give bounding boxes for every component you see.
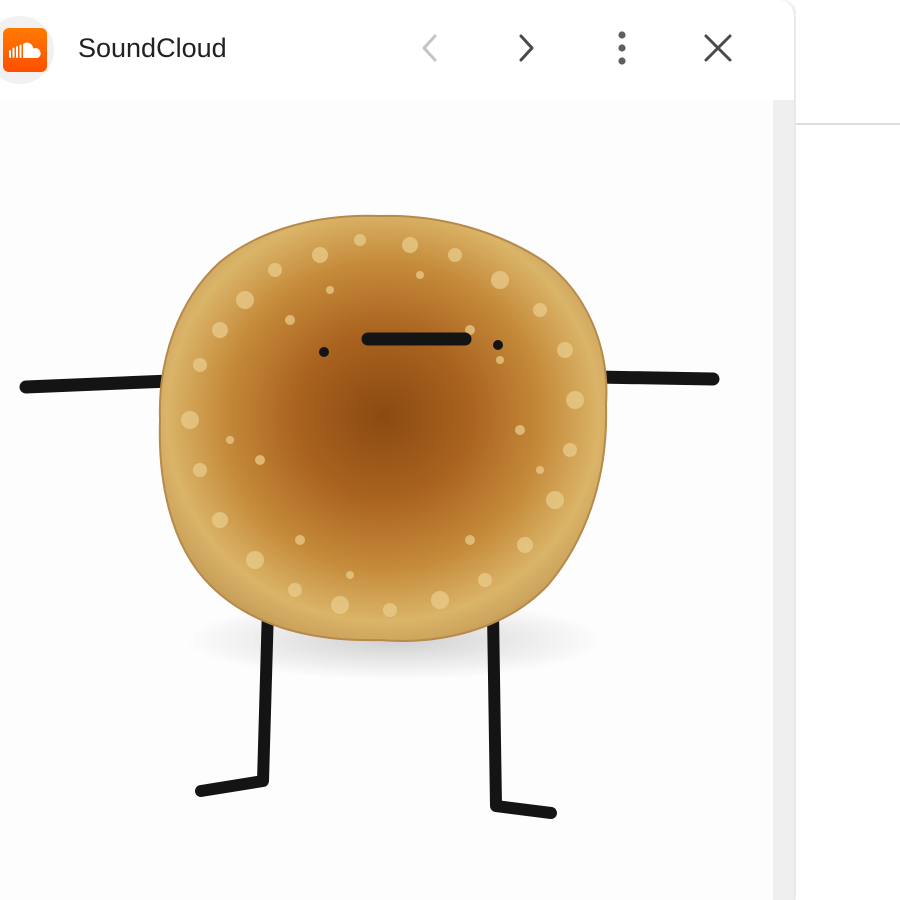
chevron-right-icon [519, 34, 534, 62]
pancake-character-image [19, 214, 720, 819]
forward-button[interactable] [498, 22, 554, 74]
window-title: SoundCloud [78, 33, 227, 63]
content-area [0, 100, 773, 900]
chevron-left-icon [422, 34, 437, 62]
close-icon [704, 34, 732, 62]
vertical-scrollbar[interactable] [773, 100, 794, 900]
close-button[interactable] [690, 22, 746, 74]
app-window: SoundCloud [0, 0, 795, 900]
title-bar: SoundCloud [0, 0, 794, 100]
soundcloud-icon [0, 16, 54, 84]
divider [796, 123, 900, 125]
back-button[interactable] [402, 22, 458, 74]
more-options-button[interactable] [594, 22, 650, 74]
background-page [796, 0, 900, 900]
more-vertical-icon [618, 31, 626, 65]
